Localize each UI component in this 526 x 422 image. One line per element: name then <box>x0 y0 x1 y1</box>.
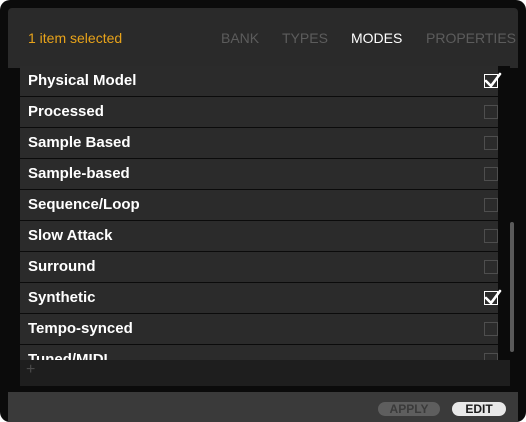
mode-checkbox[interactable] <box>484 167 498 181</box>
list-item[interactable]: Synthetic <box>20 283 502 313</box>
list-item[interactable]: Processed <box>20 97 498 127</box>
selection-status: 1 item selected <box>28 30 123 46</box>
mode-checkbox[interactable] <box>484 198 498 212</box>
list-item-label: Sample-based <box>28 165 130 182</box>
modes-list: Physical Model Processed Sample Based Sa… <box>20 66 510 360</box>
attribute-editor-panel: 1 item selected BANK TYPES MODES PROPERT… <box>0 0 526 422</box>
edit-button[interactable]: EDIT <box>452 402 506 416</box>
list-item[interactable]: Tuned/MIDI <box>20 345 498 360</box>
list-item-label: Surround <box>28 258 96 275</box>
list-item-label: Slow Attack <box>28 227 113 244</box>
checkmark-icon <box>484 289 502 305</box>
list-item[interactable]: Slow Attack <box>20 221 498 251</box>
list-item-label: Synthetic <box>28 289 96 306</box>
list-item-label: Sequence/Loop <box>28 196 140 213</box>
mode-checkbox[interactable] <box>484 260 498 274</box>
scrollbar-thumb[interactable] <box>510 222 514 352</box>
mode-checkbox[interactable] <box>484 105 498 119</box>
list-item-label: Tempo-synced <box>28 320 133 337</box>
plus-icon[interactable]: + <box>26 361 35 379</box>
tab-types[interactable]: TYPES <box>282 30 328 46</box>
tab-modes[interactable]: MODES <box>351 30 402 46</box>
list-item-label: Tuned/MIDI <box>28 351 108 360</box>
tab-properties[interactable]: PROPERTIES <box>426 30 516 46</box>
list-item[interactable]: Sequence/Loop <box>20 190 498 220</box>
checkmark-icon <box>484 72 502 88</box>
mode-checkbox[interactable] <box>484 353 498 360</box>
list-item-label: Physical Model <box>28 72 137 89</box>
mode-checkbox[interactable] <box>484 229 498 243</box>
list-item-label: Sample Based <box>28 134 131 151</box>
add-entry-bar: + <box>20 360 510 386</box>
panel-header: 1 item selected BANK TYPES MODES PROPERT… <box>8 8 518 68</box>
panel-footer: APPLY EDIT <box>8 392 518 422</box>
list-item[interactable]: Tempo-synced <box>20 314 498 344</box>
mode-checkbox[interactable] <box>484 72 502 88</box>
apply-button[interactable]: APPLY <box>378 402 440 416</box>
mode-checkbox[interactable] <box>484 322 498 336</box>
list-item-label: Processed <box>28 103 104 120</box>
tab-bank[interactable]: BANK <box>221 30 259 46</box>
mode-checkbox[interactable] <box>484 136 498 150</box>
list-item[interactable]: Sample-based <box>20 159 498 189</box>
list-item[interactable]: Physical Model <box>20 66 502 96</box>
list-item[interactable]: Sample Based <box>20 128 498 158</box>
list-item[interactable]: Surround <box>20 252 498 282</box>
list-scrollbar[interactable] <box>510 70 514 360</box>
mode-checkbox[interactable] <box>484 289 502 305</box>
